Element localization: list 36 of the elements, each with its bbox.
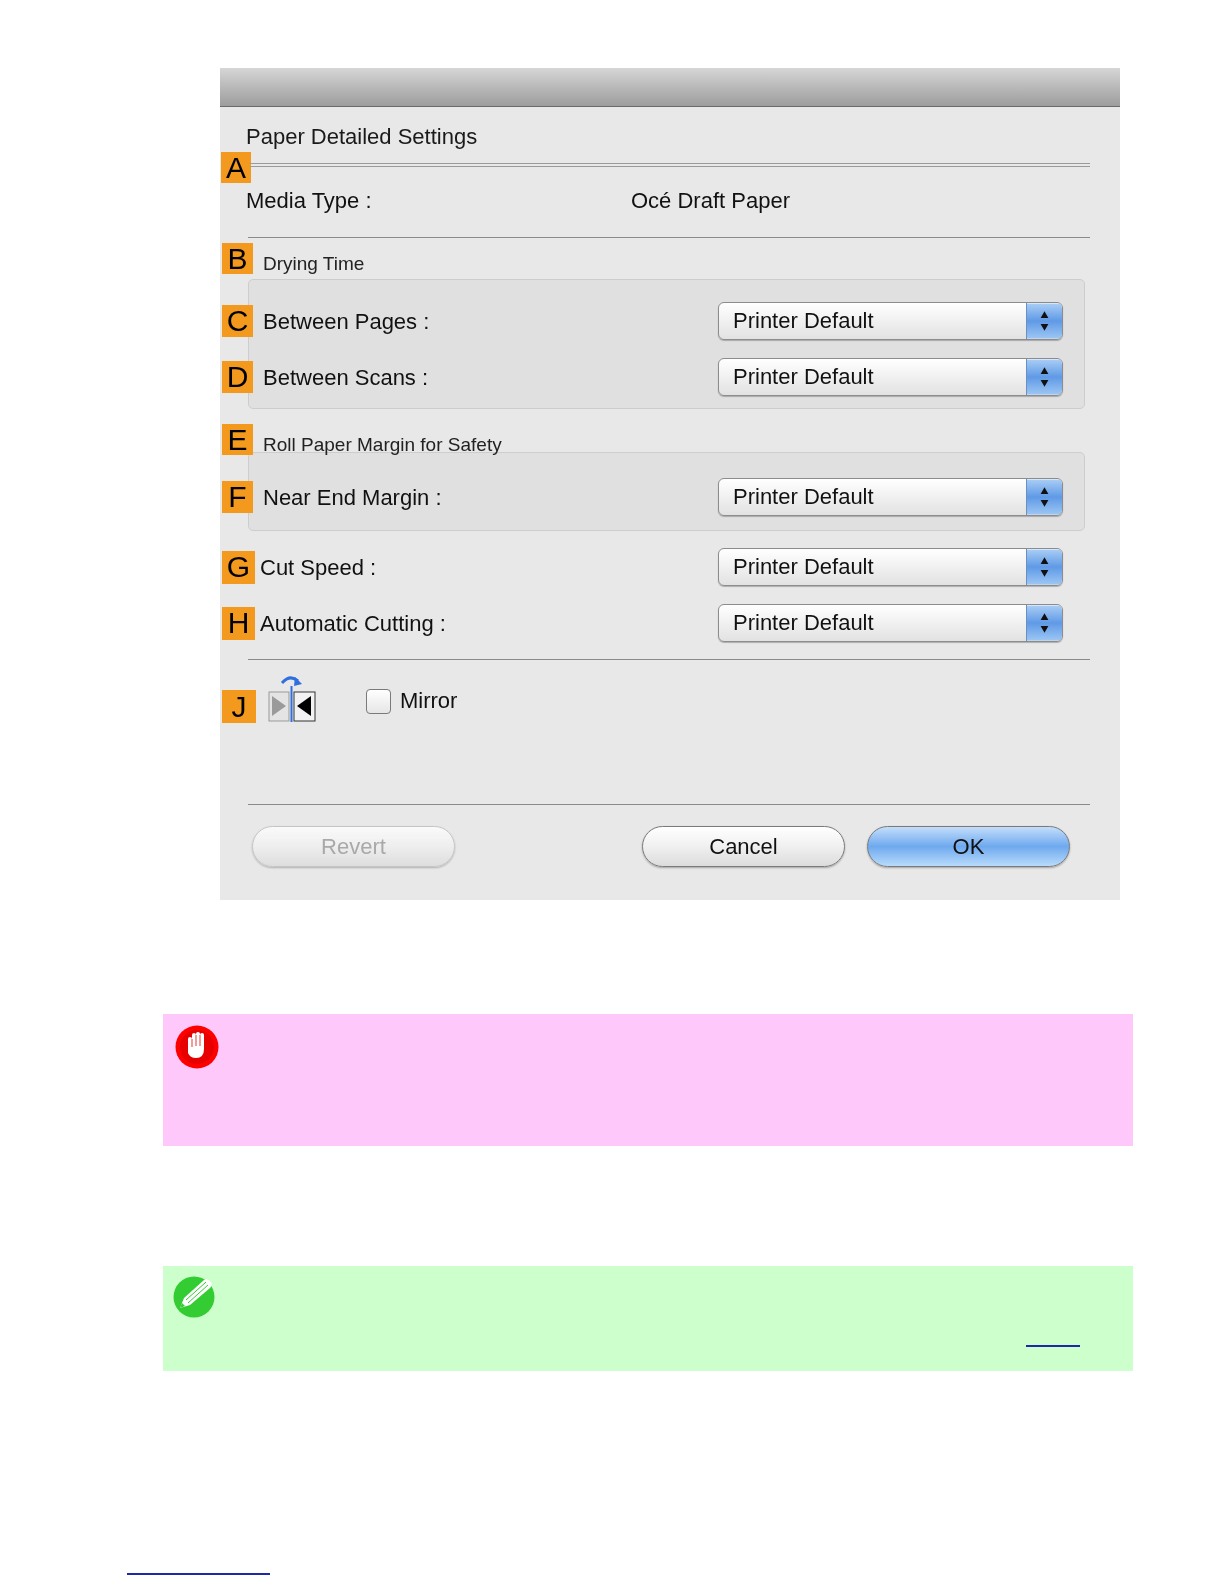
callout-letter: E bbox=[222, 424, 253, 455]
updown-arrows-icon bbox=[1026, 479, 1062, 515]
callout-letter: C bbox=[222, 305, 253, 337]
setting-label: Between Pages : bbox=[263, 307, 430, 336]
setting-label: Between Scans : bbox=[263, 363, 429, 392]
callout-letter: B bbox=[222, 243, 253, 274]
updown-arrows-icon bbox=[1026, 605, 1062, 641]
stop-hand-icon bbox=[174, 1025, 220, 1069]
updown-arrows-icon bbox=[1026, 549, 1062, 585]
dropdown[interactable]: Printer Default bbox=[718, 548, 1063, 586]
dropdown[interactable]: Printer Default bbox=[718, 604, 1063, 642]
callout-letter: A bbox=[221, 152, 251, 183]
mirror-flip-icon bbox=[268, 674, 316, 722]
ok-button[interactable]: OK bbox=[867, 826, 1070, 867]
dropdown[interactable]: Printer Default bbox=[718, 358, 1063, 396]
updown-arrows-icon bbox=[1026, 359, 1062, 395]
dialog-heading: Paper Detailed Settings bbox=[246, 123, 478, 151]
dropdown[interactable]: Printer Default bbox=[718, 478, 1063, 516]
link-underline bbox=[1026, 1345, 1080, 1347]
field-label: Media Type : bbox=[246, 186, 373, 215]
setting-label: Cut Speed : bbox=[260, 553, 377, 582]
callout-letter: D bbox=[222, 361, 253, 393]
callout-letter: G bbox=[222, 550, 255, 584]
callout-letter: J bbox=[222, 690, 256, 723]
group-title: Drying Time bbox=[263, 253, 365, 275]
checkbox-label: Mirror bbox=[400, 687, 458, 715]
group-title: Roll Paper Margin for Safety bbox=[263, 434, 502, 456]
callout-letter: H bbox=[222, 606, 255, 640]
checkbox[interactable] bbox=[366, 689, 391, 714]
callout-letter: F bbox=[222, 481, 253, 513]
setting-label: Near End Margin : bbox=[263, 483, 442, 512]
updown-arrows-icon bbox=[1026, 303, 1062, 339]
dialog-button[interactable]: Cancel bbox=[642, 826, 845, 867]
setting-label: Automatic Cutting : bbox=[260, 609, 446, 638]
dropdown[interactable]: Printer Default bbox=[718, 302, 1063, 340]
media-type-value: Océ Draft Paper bbox=[631, 186, 790, 215]
